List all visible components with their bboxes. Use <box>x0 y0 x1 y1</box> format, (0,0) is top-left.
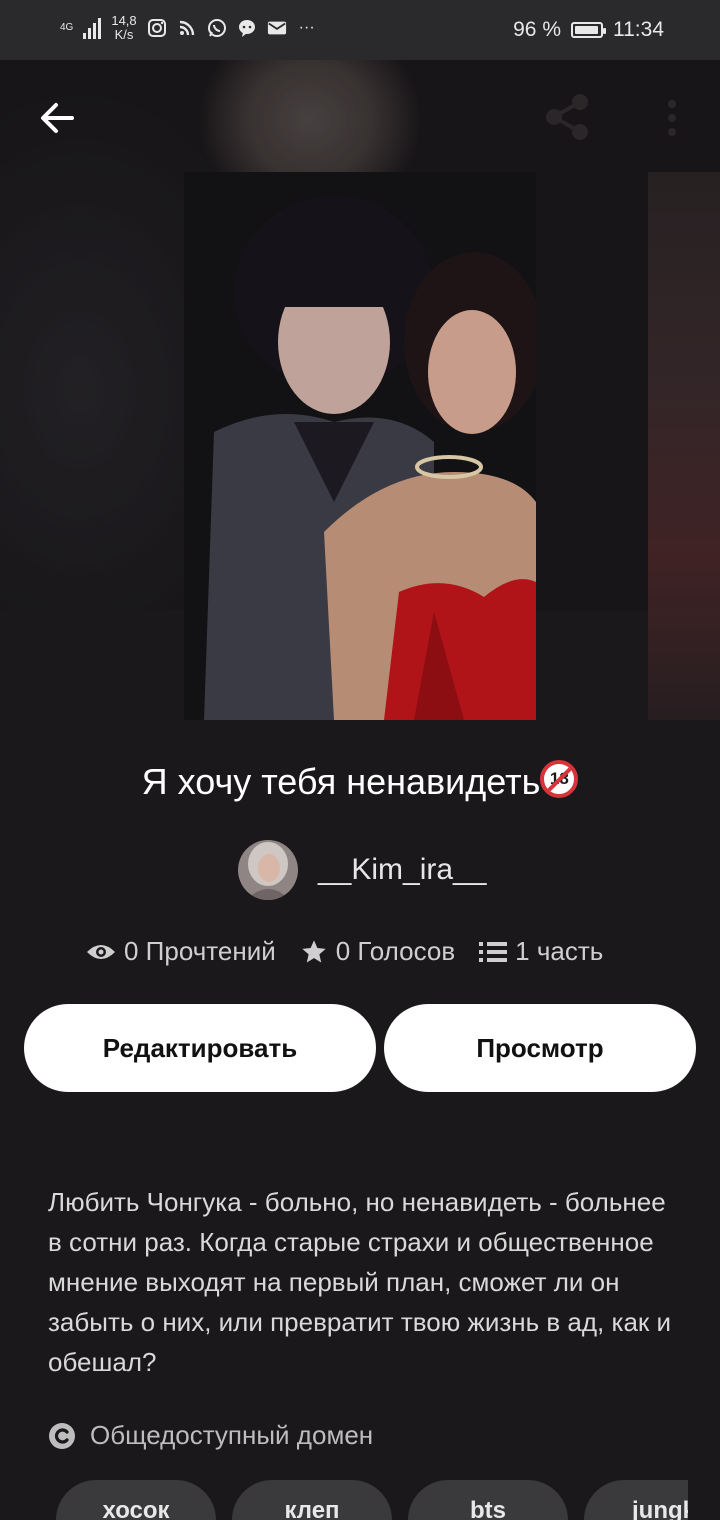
license-row: Общедоступный домен <box>48 1420 373 1451</box>
story-title-text: Я хочу тебя ненавидеть <box>141 761 541 802</box>
cover-artwork <box>184 172 536 720</box>
list-icon <box>479 941 508 962</box>
clock: 11:34 <box>613 18 664 41</box>
signal-icon <box>83 17 102 39</box>
author-name[interactable]: __Kim_ira__ <box>318 853 486 887</box>
story-title: Я хочу тебя ненавидеть 18 <box>0 760 720 803</box>
edit-button[interactable]: Редактировать <box>24 1004 376 1092</box>
share-icon <box>546 94 588 140</box>
author-row[interactable]: __Kim_ira__ <box>238 840 486 900</box>
message-bubble-icon <box>237 18 257 38</box>
avatar-image <box>238 840 298 900</box>
battery-fill <box>575 26 599 34</box>
parts-stat[interactable]: 1 часть <box>479 936 603 967</box>
tag-chip[interactable]: bts <box>408 1480 568 1520</box>
network-speed: 14,8 K/s <box>111 14 136 42</box>
more-notifications-icon: ··· <box>298 19 315 36</box>
tag-list: хосок клеп bts jungk <box>56 1480 688 1520</box>
author-avatar[interactable] <box>238 840 298 900</box>
copyright-icon <box>49 1422 75 1449</box>
story-stats: 0 Прочтений 0 Голосов 1 часть <box>86 936 627 967</box>
votes-stat: 0 Голосов <box>300 936 455 967</box>
license-label: Общедоступный домен <box>90 1420 374 1450</box>
parts-count: 1 часть <box>515 936 604 966</box>
status-right: 96 % 11:34 <box>513 18 664 42</box>
reads-stat: 0 Прочтений <box>86 936 276 967</box>
tag-chip[interactable]: хосок <box>56 1480 216 1520</box>
reads-count: 0 Прочтений <box>124 936 276 966</box>
view-button[interactable]: Просмотр <box>384 1004 696 1092</box>
battery-icon <box>571 22 606 38</box>
tag-chip[interactable]: jungk <box>584 1480 688 1520</box>
story-cover-image[interactable] <box>184 172 536 720</box>
network-type: 4G <box>60 23 73 33</box>
more-vertical-icon <box>668 100 676 136</box>
rss-icon <box>177 18 197 38</box>
network-label: 4G <box>60 22 74 33</box>
mail-icon <box>267 18 287 38</box>
whatsapp-icon <box>207 18 227 38</box>
battery-percent: 96 % <box>513 18 561 41</box>
tag-chip[interactable]: клеп <box>232 1480 392 1520</box>
instagram-icon <box>147 18 167 38</box>
star-icon <box>302 939 326 962</box>
more-options-button[interactable] <box>660 96 684 140</box>
speed-unit: K/s <box>114 27 134 42</box>
next-cover-image[interactable] <box>648 172 720 720</box>
votes-count: 0 Голосов <box>335 936 456 966</box>
back-button[interactable] <box>36 96 80 140</box>
status-bar: 4G 14,8 K/s ··· 96 % 11:34 <box>0 0 720 60</box>
status-left: 4G 14,8 K/s ··· <box>60 14 317 42</box>
age-restriction-badge: 18 <box>540 760 579 798</box>
eye-icon <box>87 944 115 959</box>
share-button[interactable] <box>540 90 594 144</box>
speed-value: 14,8 <box>111 13 137 28</box>
back-arrow-icon <box>41 103 74 133</box>
story-description: Любить Чонгука - больно, но ненавидеть -… <box>48 1187 672 1377</box>
